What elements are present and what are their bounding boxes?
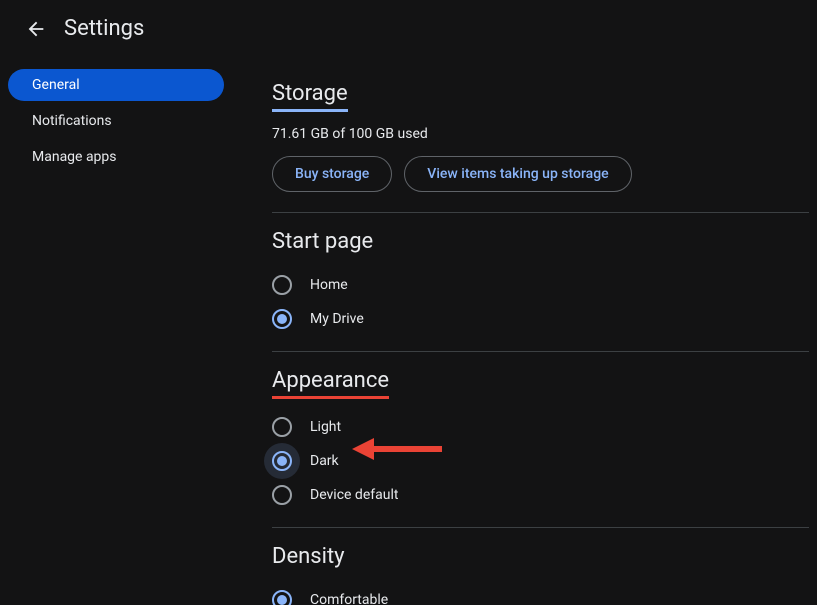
startpage-title: Start page xyxy=(272,229,373,257)
radio-light[interactable]: Light xyxy=(272,417,809,437)
sidebar-item-notifications[interactable]: Notifications xyxy=(8,105,224,137)
radio-label: Home xyxy=(310,277,348,293)
header: Settings xyxy=(0,0,817,57)
section-start-page: Start page Home My Drive xyxy=(272,213,809,352)
radio-icon xyxy=(272,590,292,605)
radio-label: Device default xyxy=(310,487,398,503)
radio-label: My Drive xyxy=(310,311,364,327)
radio-icon xyxy=(272,485,292,505)
radio-my-drive[interactable]: My Drive xyxy=(272,309,809,329)
sidebar: General Notifications Manage apps xyxy=(0,57,232,605)
radio-label: Dark xyxy=(310,453,339,469)
appearance-title: Appearance xyxy=(272,368,389,399)
back-arrow-icon xyxy=(25,18,47,40)
radio-dark[interactable]: Dark xyxy=(272,451,809,471)
radio-icon xyxy=(272,417,292,437)
radio-label: Comfortable xyxy=(310,592,388,605)
sidebar-item-label: Manage apps xyxy=(32,149,117,165)
radio-icon xyxy=(272,309,292,329)
section-density: Density Comfortable xyxy=(272,528,809,605)
sidebar-item-general[interactable]: General xyxy=(8,69,224,101)
back-button[interactable] xyxy=(24,17,48,41)
radio-icon xyxy=(272,275,292,295)
page-title: Settings xyxy=(64,16,144,41)
sidebar-item-label: Notifications xyxy=(32,113,112,129)
section-storage: Storage 71.61 GB of 100 GB used Buy stor… xyxy=(272,65,809,213)
sidebar-item-label: General xyxy=(32,77,80,93)
buy-storage-button[interactable]: Buy storage xyxy=(272,156,392,192)
radio-label: Light xyxy=(310,419,341,435)
sidebar-item-manage-apps[interactable]: Manage apps xyxy=(8,141,224,173)
radio-device-default[interactable]: Device default xyxy=(272,485,809,505)
storage-buttons: Buy storage View items taking up storage xyxy=(272,156,809,192)
storage-usage: 71.61 GB of 100 GB used xyxy=(272,126,809,142)
radio-home[interactable]: Home xyxy=(272,275,809,295)
radio-comfortable[interactable]: Comfortable xyxy=(272,590,809,605)
radio-icon xyxy=(272,451,292,471)
storage-title: Storage xyxy=(272,81,348,112)
layout: General Notifications Manage apps Storag… xyxy=(0,57,817,605)
section-appearance: Appearance Light Dark Device default xyxy=(272,352,809,528)
view-items-button[interactable]: View items taking up storage xyxy=(404,156,631,192)
main-content: Storage 71.61 GB of 100 GB used Buy stor… xyxy=(232,57,817,605)
density-title: Density xyxy=(272,544,345,572)
